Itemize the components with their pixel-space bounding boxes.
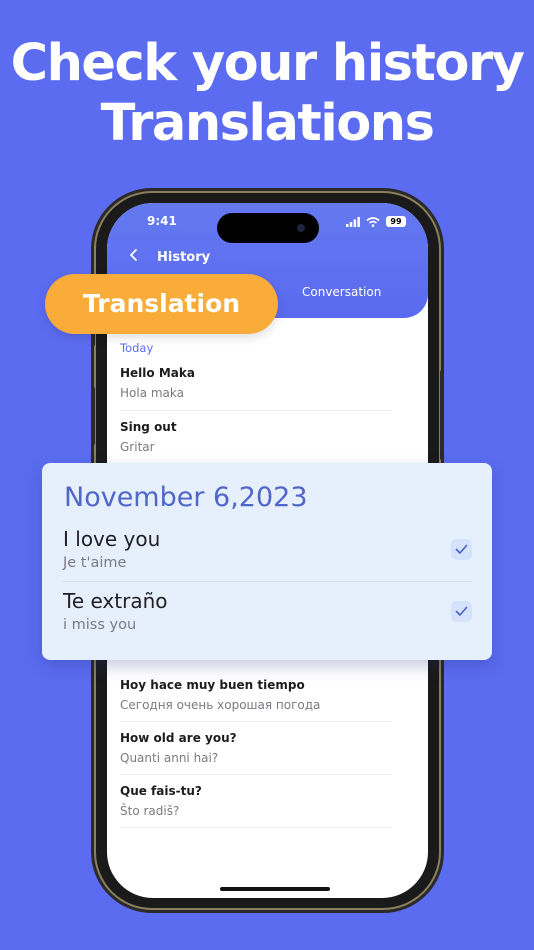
back-button[interactable] [129, 247, 139, 266]
dynamic-island [217, 213, 319, 243]
list-item[interactable]: Hoy hace muy buen tiempo Сегодня очень х… [120, 678, 392, 722]
check-icon [455, 606, 468, 616]
section-label-today: Today [120, 341, 154, 355]
list-item-translation: Сегодня очень хорошая погода [120, 698, 321, 712]
home-indicator [220, 887, 330, 891]
chevron-left-icon [130, 249, 137, 261]
checkbox[interactable] [451, 539, 472, 560]
list-item-translation: Gritar [120, 440, 155, 454]
list-item[interactable]: How old are you? Quanti anni hai? [120, 731, 392, 775]
card-item-source: Te extraño [63, 589, 168, 613]
history-date-card: November 6,2023 I love you Je t'aime Te … [42, 463, 492, 660]
list-item-source: Sing out [120, 420, 177, 434]
status-time: 9:41 [147, 214, 177, 228]
check-icon [455, 544, 468, 554]
card-item-translation: i miss you [63, 617, 137, 633]
list-item-translation: Što radiš? [120, 804, 180, 818]
signal-icon [346, 216, 360, 227]
list-item[interactable]: Hello Maka Hola maka [120, 366, 392, 411]
card-list-item[interactable]: Te extraño i miss you [63, 589, 472, 633]
list-item[interactable]: Sing out Gritar [120, 420, 392, 465]
list-item-source: Que fais-tu? [120, 784, 202, 798]
list-item-source: Hoy hace muy buen tiempo [120, 678, 305, 692]
list-item-translation: Hola maka [120, 386, 185, 400]
tab-translation[interactable]: Translation [45, 274, 278, 334]
card-item-translation: Je t'aime [63, 555, 127, 571]
list-item[interactable]: Que fais-tu? Što radiš? [120, 784, 392, 828]
phone-side-button [91, 387, 95, 445]
divider [63, 581, 472, 582]
list-item-source: How old are you? [120, 731, 237, 745]
list-item-source: Hello Maka [120, 366, 195, 380]
card-date-heading: November 6,2023 [64, 482, 308, 513]
tab-conversation[interactable]: Conversation [302, 285, 381, 299]
checkbox[interactable] [451, 601, 472, 622]
phone-side-button [440, 370, 444, 460]
card-list-item[interactable]: I love you Je t'aime [63, 527, 472, 571]
headline: Check your history Translations [0, 34, 534, 154]
page-title: History [157, 250, 211, 265]
list-item-translation: Quanti anni hai? [120, 751, 219, 765]
battery-icon: 99 [386, 216, 406, 227]
status-icons: 99 [346, 216, 406, 227]
headline-line-2: Translations [100, 94, 435, 153]
card-item-source: I love you [63, 527, 161, 551]
wifi-icon [366, 216, 380, 227]
camera-icon [297, 224, 305, 232]
headline-line-1: Check your history [10, 34, 525, 93]
